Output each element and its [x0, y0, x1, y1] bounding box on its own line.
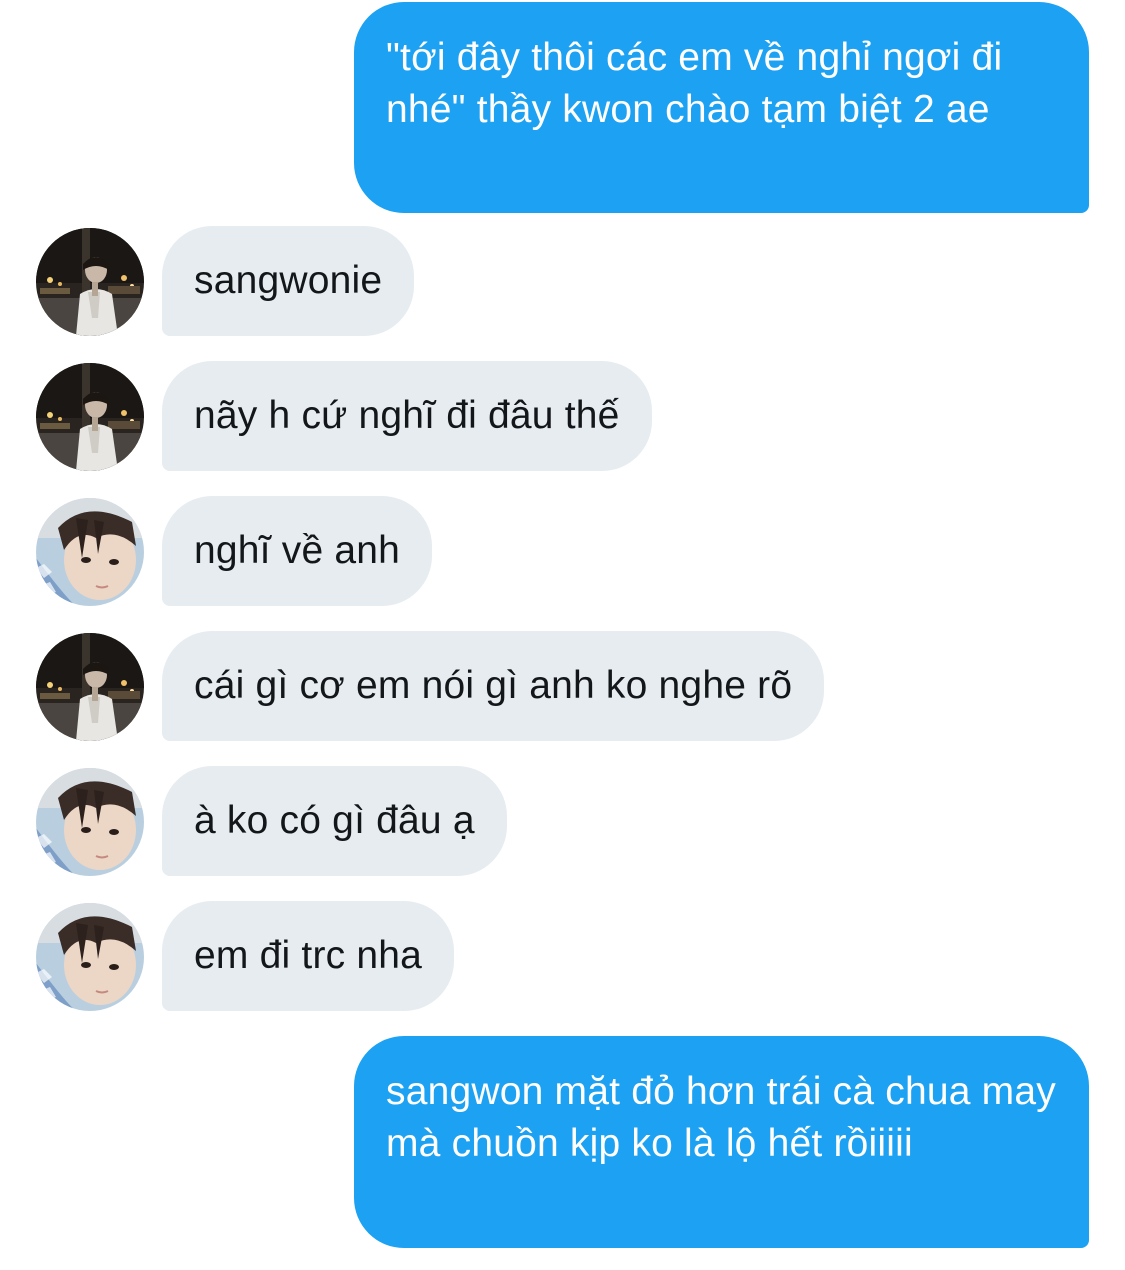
message-bubble-incoming[interactable]: sangwonie [162, 226, 415, 336]
avatar-night-street[interactable] [36, 363, 144, 471]
avatar-selfie[interactable] [36, 903, 144, 1011]
message-bubble-incoming[interactable]: nghĩ về anh [162, 496, 433, 606]
message-bubble-incoming[interactable]: cái gì cơ em nói gì anh ko nghe rõ [162, 631, 825, 741]
avatar-selfie[interactable] [36, 768, 144, 876]
avatar-night-street[interactable] [36, 633, 144, 741]
avatar-night-street[interactable] [36, 228, 144, 336]
avatar-selfie[interactable] [36, 498, 144, 606]
message-bubble-incoming[interactable]: nãy h cứ nghĩ đi đâu thế [162, 361, 652, 471]
message-bubble-outgoing[interactable]: sangwon mặt đỏ hơn trái cà chua may mà c… [354, 1036, 1089, 1248]
message-bubble-incoming[interactable]: em đi trc nha [162, 901, 455, 1011]
message-bubble-incoming[interactable]: à ko có gì đâu ạ [162, 766, 507, 876]
message-bubble-outgoing[interactable]: "tới đây thôi các em về nghỉ ngơi đi nhé… [354, 2, 1089, 213]
